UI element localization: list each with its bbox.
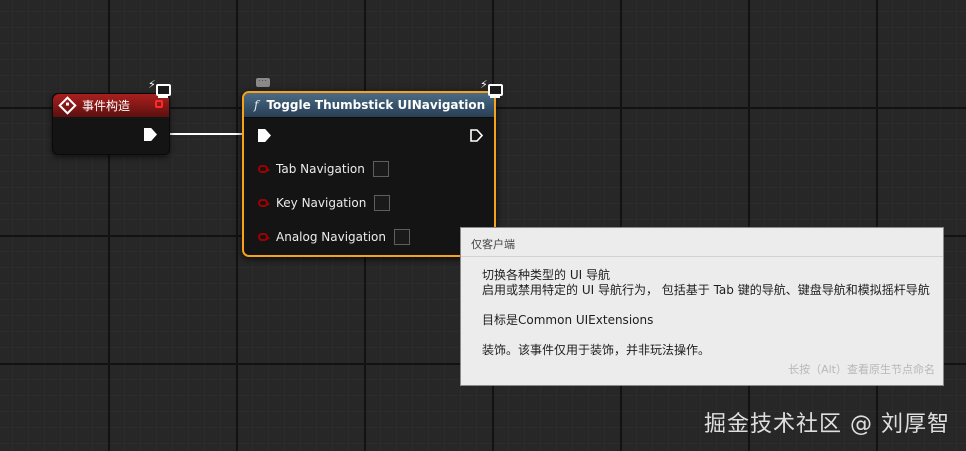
function-node-header: f Toggle Thumbstick UINavigation [244,93,494,118]
tooltip-line: 装饰。该事件仅用于装饰，并非玩法操作。 [482,343,711,357]
pin-analog-navigation[interactable]: Analog Navigation [258,229,410,245]
tooltip-line: 启用或禁用特定的 UI 导航行为， 包括基于 Tab 键的导航、键盘导航和模拟摇… [482,283,930,297]
function-node-title: Toggle Thumbstick UINavigation [266,98,486,112]
pin-tab-navigation[interactable]: Tab Navigation [258,161,389,177]
bool-pin-icon[interactable] [258,165,270,173]
node-tooltip: 仅客户端 切换各种类型的 UI 导航 启用或禁用特定的 UI 导航行为， 包括基… [460,227,944,386]
key-navigation-checkbox[interactable] [374,195,391,211]
tab-navigation-checkbox[interactable] [372,161,389,177]
event-node-header: 事件构造 [53,94,169,117]
toggle-thumbstick-node[interactable]: f Toggle Thumbstick UINavigation Tab Nav… [242,91,496,257]
pin-label: Tab Navigation [276,162,365,176]
event-delegate-pin[interactable] [155,100,163,108]
blueprint-graph-canvas[interactable]: 事件构造 ⚡ ··· f Toggle Thumbstick UINavigat… [0,0,966,451]
function-f-icon: f [254,98,259,112]
function-exec-in-pin[interactable] [258,129,271,142]
tooltip-hint: 长按（Alt）查看原生节点命名 [788,363,935,376]
tooltip-header: 仅客户端 [471,238,515,251]
client-only-icon: ⚡ [148,78,173,99]
pin-label: Analog Navigation [276,230,386,244]
event-node-title: 事件构造 [82,99,131,113]
bool-pin-icon[interactable] [258,233,270,241]
function-exec-out-pin[interactable] [470,129,483,142]
tooltip-line: 目标是Common UIExtensions [482,313,654,327]
bool-pin-icon[interactable] [258,199,270,207]
pin-label: Key Navigation [276,196,367,210]
tooltip-body: 切换各种类型的 UI 导航 启用或禁用特定的 UI 导航行为， 包括基于 Tab… [482,268,930,358]
comment-bubble-icon[interactable]: ··· [256,78,270,87]
event-diamond-icon [58,96,77,115]
client-only-icon: ⚡ [480,78,505,99]
watermark: 掘金技术社区 @ 刘厚智 [704,412,950,437]
event-exec-out-pin[interactable] [144,128,157,141]
analog-navigation-checkbox[interactable] [394,229,410,245]
tooltip-divider [461,256,943,257]
pin-key-navigation[interactable]: Key Navigation [258,195,391,211]
event-construct-node[interactable]: 事件构造 [52,93,170,155]
tooltip-line: 切换各种类型的 UI 导航 [482,268,610,282]
